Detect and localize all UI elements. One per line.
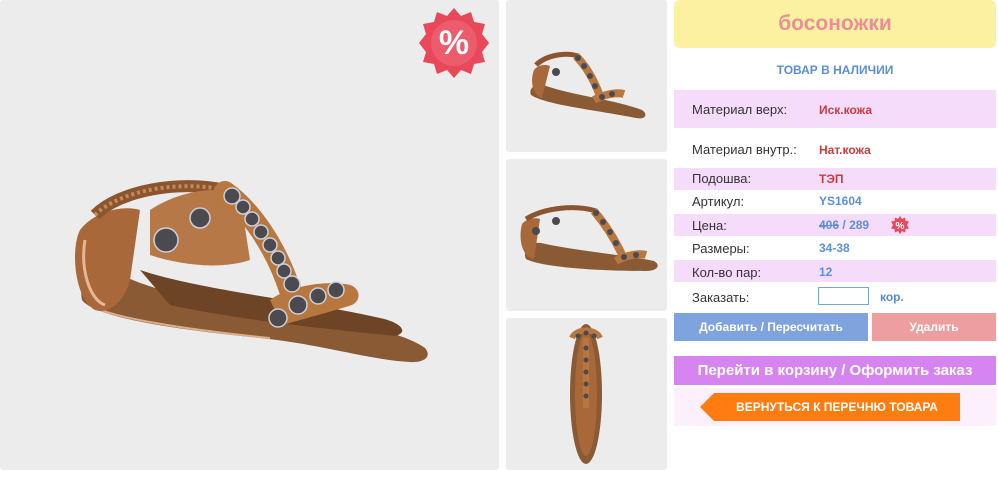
discount-mini-icon: % <box>891 216 909 234</box>
spec-row-pairs: Кол-во пар: 12 <box>674 260 996 282</box>
material-inner-value: Нат.кожа <box>819 143 871 157</box>
order-unit: кор. <box>880 290 904 304</box>
spec-row-order: Заказать: кор. <box>674 284 996 308</box>
percent-badge-icon: % <box>417 6 491 80</box>
add-recalculate-button[interactable]: Добавить / Пересчитать <box>674 313 868 341</box>
material-top-label: Материал верх: <box>692 102 788 117</box>
thumbnail-1[interactable] <box>506 0 667 152</box>
spec-row-sole: Подошва: ТЭП <box>674 168 996 190</box>
thumbnail-2[interactable] <box>506 159 667 311</box>
article-value: YS1604 <box>819 194 862 208</box>
sandal-thumb-1 <box>530 51 646 119</box>
order-label: Заказать: <box>692 290 750 305</box>
spec-row-material-top: Материал верх: Иск.кожа <box>674 90 996 128</box>
spec-row-article: Артикул: YS1604 <box>674 190 996 212</box>
order-quantity-input[interactable] <box>818 287 869 305</box>
sandal-thumb-3 <box>569 324 603 464</box>
spec-row-sizes: Размеры: 34-38 <box>674 236 996 258</box>
sandal-thumb-2 <box>520 205 658 271</box>
material-inner-label: Материал внутр.: <box>692 142 797 157</box>
delete-button[interactable]: Удалить <box>872 313 996 341</box>
article-label: Артикул: <box>692 194 745 209</box>
price-old: 406 <box>819 218 840 232</box>
product-title: босоножки <box>674 0 996 48</box>
back-to-list-button[interactable]: ВЕРНУТЬСЯ К ПЕРЕЧНЮ ТОВАРА <box>700 393 960 421</box>
sole-value: ТЭП <box>819 172 844 186</box>
price-label: Цена: <box>692 218 727 233</box>
pairs-label: Кол-во пар: <box>692 265 762 280</box>
sole-label: Подошва: <box>692 171 752 186</box>
sizes-value: 34-38 <box>819 241 850 255</box>
pairs-value: 12 <box>819 265 833 279</box>
price-new: 289 <box>849 218 870 232</box>
thumbnail-3[interactable] <box>506 318 667 470</box>
spec-row-material-inner: Материал внутр.: Нат.кожа <box>674 130 996 168</box>
price-separator: / <box>842 218 846 232</box>
price-values: 406 / 289 <box>819 218 869 232</box>
back-button-container: ВЕРНУТЬСЯ К ПЕРЕЧНЮ ТОВАРА <box>674 388 996 426</box>
badge-text: % <box>439 24 469 62</box>
svg-text:%: % <box>896 221 905 232</box>
go-to-cart-button[interactable]: Перейти в корзину / Оформить заказ <box>674 356 996 385</box>
material-top-value: Иск.кожа <box>819 103 872 117</box>
spec-row-price: Цена: 406 / 289 % <box>674 214 996 236</box>
availability-status: ТОВАР В НАЛИЧИИ <box>776 63 894 77</box>
sizes-label: Размеры: <box>692 241 750 256</box>
